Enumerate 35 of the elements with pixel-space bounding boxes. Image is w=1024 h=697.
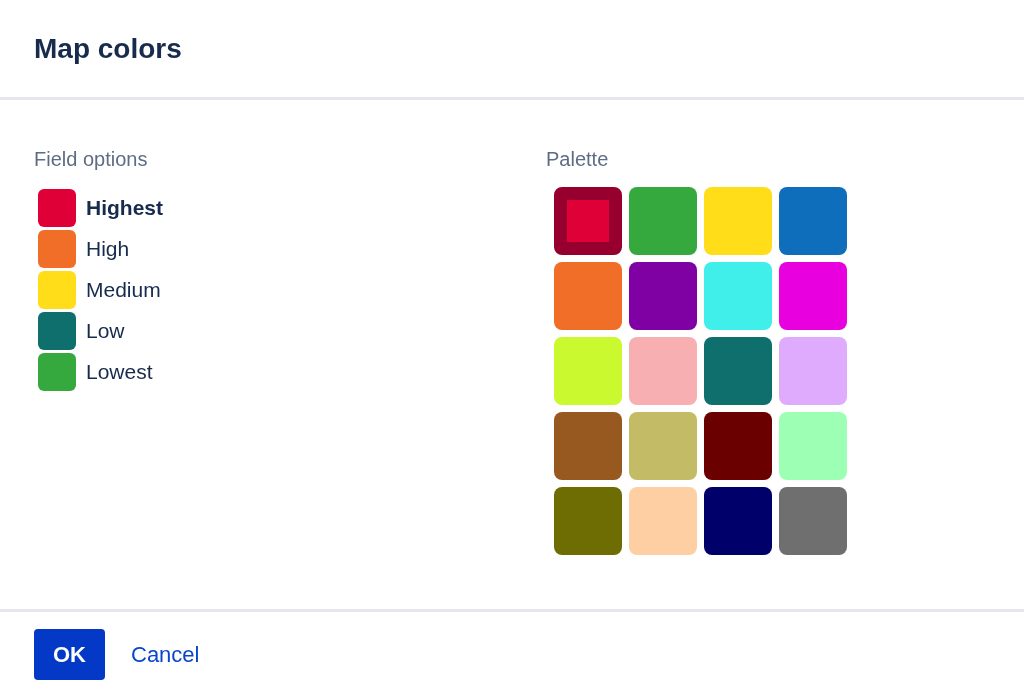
dialog-title: Map colors — [34, 32, 182, 65]
option-label[interactable]: Highest — [86, 195, 163, 220]
color-swatch[interactable] — [629, 412, 697, 480]
color-swatch[interactable] — [779, 412, 847, 480]
color-swatch[interactable] — [554, 187, 622, 255]
color-swatch[interactable] — [704, 337, 772, 405]
color-swatch[interactable] — [629, 262, 697, 330]
option-label[interactable]: Lowest — [86, 359, 153, 384]
color-swatch[interactable] — [704, 487, 772, 555]
color-chip[interactable] — [38, 270, 76, 309]
color-swatch[interactable] — [629, 187, 697, 255]
color-swatch[interactable] — [704, 187, 772, 255]
color-chip[interactable] — [38, 229, 76, 268]
color-swatch[interactable] — [554, 487, 622, 555]
color-swatch[interactable] — [629, 487, 697, 555]
section-heading: Field options — [34, 148, 149, 171]
color-swatch[interactable] — [629, 337, 697, 405]
option-label[interactable]: High — [86, 236, 130, 261]
cancel-link[interactable]: Cancel — [131, 641, 200, 668]
color-swatch[interactable] — [704, 412, 772, 480]
section-heading: Palette — [546, 148, 610, 171]
color-swatch[interactable] — [779, 187, 847, 255]
color-swatch[interactable] — [554, 337, 622, 405]
color-chip[interactable] — [38, 352, 76, 391]
color-chip[interactable] — [38, 188, 76, 227]
color-swatch[interactable] — [704, 262, 772, 330]
color-swatch[interactable] — [779, 337, 847, 405]
color-chip[interactable] — [38, 311, 76, 350]
option-label[interactable]: Low — [86, 318, 125, 343]
ok-button[interactable]: OK — [34, 629, 105, 680]
option-label[interactable]: Medium — [86, 277, 161, 302]
color-swatch[interactable] — [779, 262, 847, 330]
color-swatch[interactable] — [554, 412, 622, 480]
color-swatch[interactable] — [554, 262, 622, 330]
color-swatch[interactable] — [779, 487, 847, 555]
